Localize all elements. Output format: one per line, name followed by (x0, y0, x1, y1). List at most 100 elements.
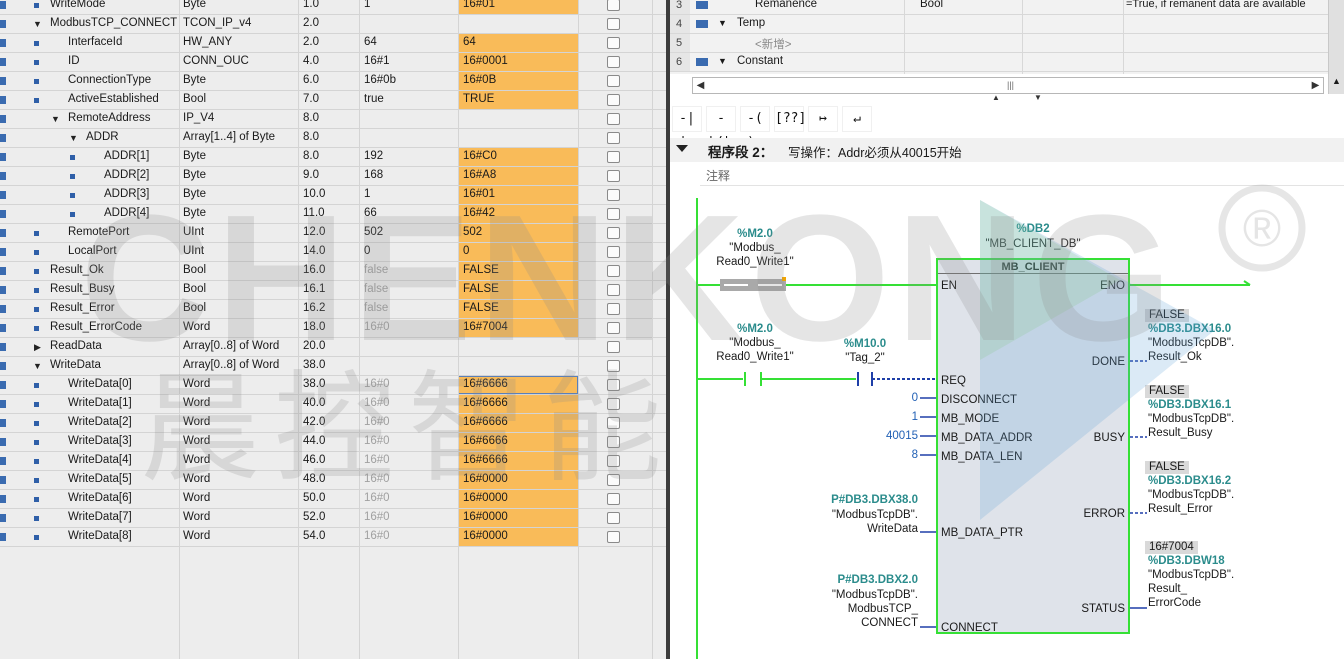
retain-checkbox[interactable] (607, 189, 620, 201)
var-type[interactable]: Byte (183, 169, 206, 181)
var-start-value[interactable]: 16#0 (364, 473, 390, 485)
interface-name[interactable]: Constant (737, 55, 783, 67)
var-name[interactable]: Result_ErrorCode (50, 321, 142, 333)
close-branch-button[interactable]: ↵ (842, 106, 872, 132)
var-type[interactable]: Word (183, 378, 210, 390)
retain-checkbox[interactable] (607, 56, 620, 68)
connect-symbol-line3[interactable]: CONNECT (810, 617, 918, 630)
var-type[interactable]: Word (183, 492, 210, 504)
expand-toggle-icon[interactable]: ▼ (69, 133, 78, 143)
table-row[interactable]: Result_Ok Bool 16.0 false FALSE (0, 262, 666, 281)
var-name[interactable]: Result_Error (50, 302, 115, 314)
expand-toggle-icon[interactable]: ▼ (718, 56, 727, 66)
var-monitor-value[interactable]: 16#01 (458, 186, 578, 204)
table-row[interactable]: Result_Error Bool 16.2 false FALSE (0, 300, 666, 319)
table-row[interactable]: Result_ErrorCode Word 18.0 16#0 16#7004 (0, 319, 666, 338)
var-type[interactable]: Array[0..8] of Word (183, 359, 279, 371)
var-monitor-value[interactable] (458, 338, 578, 356)
var-monitor-value[interactable]: 16#0001 (458, 53, 578, 71)
var-type[interactable]: Bool (183, 283, 206, 295)
var-name[interactable]: WriteData[6] (68, 492, 132, 504)
nc-contact-button[interactable]: -|/|- (706, 106, 738, 150)
table-row[interactable]: ID CONN_OUC 4.0 16#1 16#0001 (0, 53, 666, 72)
interface-name[interactable]: <新增> (755, 36, 791, 52)
expand-toggle-icon[interactable]: ▶ (33, 342, 42, 352)
var-monitor-value[interactable]: FALSE (458, 300, 578, 318)
var-name[interactable]: Result_Ok (50, 264, 104, 276)
var-name[interactable]: ModbusTCP_CONNECT (50, 17, 177, 29)
network-description[interactable]: 写操作：Addr必须从40015开始 (788, 142, 962, 161)
var-start-value[interactable]: 502 (364, 226, 383, 238)
expand-toggle-icon[interactable]: ▼ (33, 361, 42, 371)
var-type[interactable]: Word (183, 435, 210, 447)
var-type[interactable]: Byte (183, 74, 206, 86)
var-name[interactable]: WriteData[2] (68, 416, 132, 428)
retain-checkbox[interactable] (607, 0, 620, 11)
retain-checkbox[interactable] (607, 398, 620, 410)
var-monitor-value[interactable]: 16#6666 (458, 376, 578, 394)
retain-checkbox[interactable] (607, 265, 620, 277)
var-type[interactable]: Byte (183, 207, 206, 219)
var-start-value[interactable]: 16#0 (364, 454, 390, 466)
retain-checkbox[interactable] (607, 322, 620, 334)
var-name[interactable]: LocalPort (68, 245, 117, 257)
retain-checkbox[interactable] (607, 360, 620, 372)
table-row[interactable]: WriteData[3] Word 44.0 16#0 16#6666 (0, 433, 666, 452)
var-start-value[interactable]: 192 (364, 150, 383, 162)
var-monitor-value[interactable]: FALSE (458, 281, 578, 299)
retain-checkbox[interactable] (607, 303, 620, 315)
retain-checkbox[interactable] (607, 18, 620, 30)
var-type[interactable]: CONN_OUC (183, 55, 249, 67)
no-contact-button[interactable]: -| |- (672, 106, 702, 150)
retain-checkbox[interactable] (607, 531, 620, 543)
expand-toggle-icon[interactable]: ▼ (51, 114, 60, 124)
var-monitor-value[interactable]: 16#0000 (458, 471, 578, 489)
table-row[interactable]: WriteData[8] Word 54.0 16#0 16#0000 (0, 528, 666, 547)
ptr-symbol-line2[interactable]: WriteData (810, 523, 918, 536)
retain-checkbox[interactable] (607, 246, 620, 258)
var-monitor-value[interactable]: 16#6666 (458, 414, 578, 432)
collapse-network-icon[interactable] (676, 145, 688, 152)
open-branch-button[interactable]: ↦ (808, 106, 838, 132)
var-monitor-value[interactable]: 16#6666 (458, 433, 578, 451)
interface-type[interactable]: Bool (920, 0, 943, 10)
scroll-up-icon[interactable]: ▲ (1332, 76, 1341, 86)
var-type[interactable]: Byte (183, 0, 206, 10)
table-row[interactable]: Result_Busy Bool 16.1 false FALSE (0, 281, 666, 300)
var-monitor-value[interactable]: 16#A8 (458, 167, 578, 185)
var-name[interactable]: InterfaceId (68, 36, 122, 48)
table-row[interactable]: ADDR[2] Byte 9.0 168 16#A8 (0, 167, 666, 186)
var-type[interactable]: UInt (183, 245, 204, 257)
interface-row[interactable]: 5 <新增> (670, 34, 1344, 53)
done-symbol-line2[interactable]: Result_Ok (1148, 351, 1202, 364)
var-start-value[interactable]: 16#0 (364, 492, 390, 504)
coil-button[interactable]: -( )- (740, 106, 770, 150)
table-row[interactable]: WriteData[5] Word 48.0 16#0 16#0000 (0, 471, 666, 490)
var-type[interactable]: Bool (183, 264, 206, 276)
error-symbol-line2[interactable]: Result_Error (1148, 503, 1213, 516)
expand-toggle-icon[interactable]: ▼ (33, 19, 42, 29)
retain-checkbox[interactable] (607, 151, 620, 163)
var-start-value[interactable]: false (364, 302, 388, 314)
var-name[interactable]: WriteData[0] (68, 378, 132, 390)
retain-checkbox[interactable] (607, 379, 620, 391)
var-monitor-value[interactable] (458, 129, 578, 147)
var-name[interactable]: WriteData[5] (68, 473, 132, 485)
var-type[interactable]: HW_ANY (183, 36, 232, 48)
busy-symbol-line2[interactable]: Result_Busy (1148, 427, 1213, 440)
var-monitor-value[interactable]: 16#01 (458, 0, 578, 14)
table-row[interactable]: WriteData[7] Word 52.0 16#0 16#0000 (0, 509, 666, 528)
var-type[interactable]: Word (183, 397, 210, 409)
table-row[interactable]: LocalPort UInt 14.0 0 0 (0, 243, 666, 262)
table-row[interactable]: ConnectionType Byte 6.0 16#0b 16#0B (0, 72, 666, 91)
table-row[interactable]: WriteData[6] Word 50.0 16#0 16#0000 (0, 490, 666, 509)
var-monitor-value[interactable]: 64 (458, 34, 578, 52)
table-row[interactable]: InterfaceId HW_ANY 2.0 64 64 (0, 34, 666, 53)
splitter-up-icon[interactable]: ▲ (992, 93, 1000, 102)
var-name[interactable]: RemotePort (68, 226, 129, 238)
retain-checkbox[interactable] (607, 493, 620, 505)
var-start-value[interactable]: 1 (364, 0, 370, 10)
var-type[interactable]: Array[1..4] of Byte (183, 131, 275, 143)
table-row[interactable]: ActiveEstablished Bool 7.0 true TRUE (0, 91, 666, 110)
scroll-left-icon[interactable]: ◀ (693, 78, 708, 93)
